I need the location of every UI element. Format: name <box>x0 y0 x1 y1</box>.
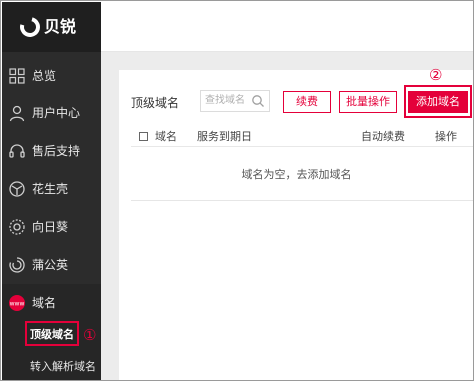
batch-operation-button[interactable]: 批量操作 <box>339 91 397 113</box>
sidebar-item-label: 用户中心 <box>32 106 81 120</box>
renew-button[interactable]: 续费 <box>283 91 331 113</box>
svg-text:www: www <box>10 301 25 308</box>
column-header-expiry: 服务到期日 <box>197 130 252 143</box>
step1-marker: ① <box>83 326 97 344</box>
grid-icon <box>9 68 25 84</box>
column-header-auto-renew: 自动续费 <box>361 130 405 143</box>
sidebar-item-label: 蒲公英 <box>32 258 69 272</box>
top-bar <box>101 2 473 52</box>
search-input[interactable]: 查找域名 <box>200 90 270 112</box>
cube-icon <box>9 181 25 197</box>
search-placeholder: 查找域名 <box>205 95 245 106</box>
step2-highlight-box <box>404 85 472 118</box>
logo-icon <box>16 13 44 41</box>
table-divider <box>131 200 473 201</box>
sidebar-item-label: 花生壳 <box>32 182 69 196</box>
column-header-actions: 操作 <box>435 130 457 143</box>
sidebar-item-label: 售后支持 <box>32 144 81 158</box>
sidebar-item-overview[interactable]: 总览 <box>2 57 101 95</box>
select-all-checkbox[interactable] <box>139 132 148 141</box>
sidebar-item-oray-peanut[interactable]: 花生壳 <box>2 170 101 208</box>
main-content: 顶级域名 查找域名 续费 批量操作 添加域名 域名 服务到期日 自动续费 操作 … <box>101 52 473 380</box>
sidebar-subitem-label: 转入解析域名 <box>30 360 96 373</box>
table-header: 域名 服务到期日 自动续费 操作 <box>131 127 473 147</box>
sidebar-item-domain[interactable]: www 域名 <box>2 284 101 322</box>
sunflower-icon <box>9 219 25 235</box>
page-title: 顶级域名 <box>131 96 180 110</box>
www-icon: www <box>9 295 25 311</box>
sidebar-item-sunlogin[interactable]: 向日葵 <box>2 208 101 246</box>
sidebar-item-label: 域名 <box>32 296 57 310</box>
dandelion-icon <box>9 257 25 273</box>
domain-panel: 顶级域名 查找域名 续费 批量操作 添加域名 域名 服务到期日 自动续费 操作 … <box>119 70 473 380</box>
user-icon <box>9 105 25 122</box>
empty-state-text: 域名为空，去添加域名 <box>241 168 352 181</box>
step2-marker: ② <box>429 66 443 84</box>
step1-highlight-box <box>25 321 79 346</box>
sidebar-item-support[interactable]: 售后支持 <box>2 132 101 170</box>
sidebar-subitem-transfer-domain[interactable]: 转入解析域名 <box>2 355 101 379</box>
sidebar-item-label: 向日葵 <box>32 220 69 234</box>
column-header-domain: 域名 <box>155 130 177 143</box>
headset-icon <box>9 144 25 158</box>
sidebar-item-label: 总览 <box>32 69 57 83</box>
search-icon[interactable] <box>251 94 265 108</box>
sidebar-item-pgy[interactable]: 蒲公英 <box>2 246 101 284</box>
brand-name: 贝锐 <box>44 17 77 36</box>
brand-logo[interactable]: 贝锐 <box>2 2 101 52</box>
sidebar-item-user-center[interactable]: 用户中心 <box>2 94 101 132</box>
app-window: 贝锐 总览 用户中心 售后支持 花生壳 向日葵 蒲公英 www 域名 顶级域名 … <box>0 0 474 381</box>
